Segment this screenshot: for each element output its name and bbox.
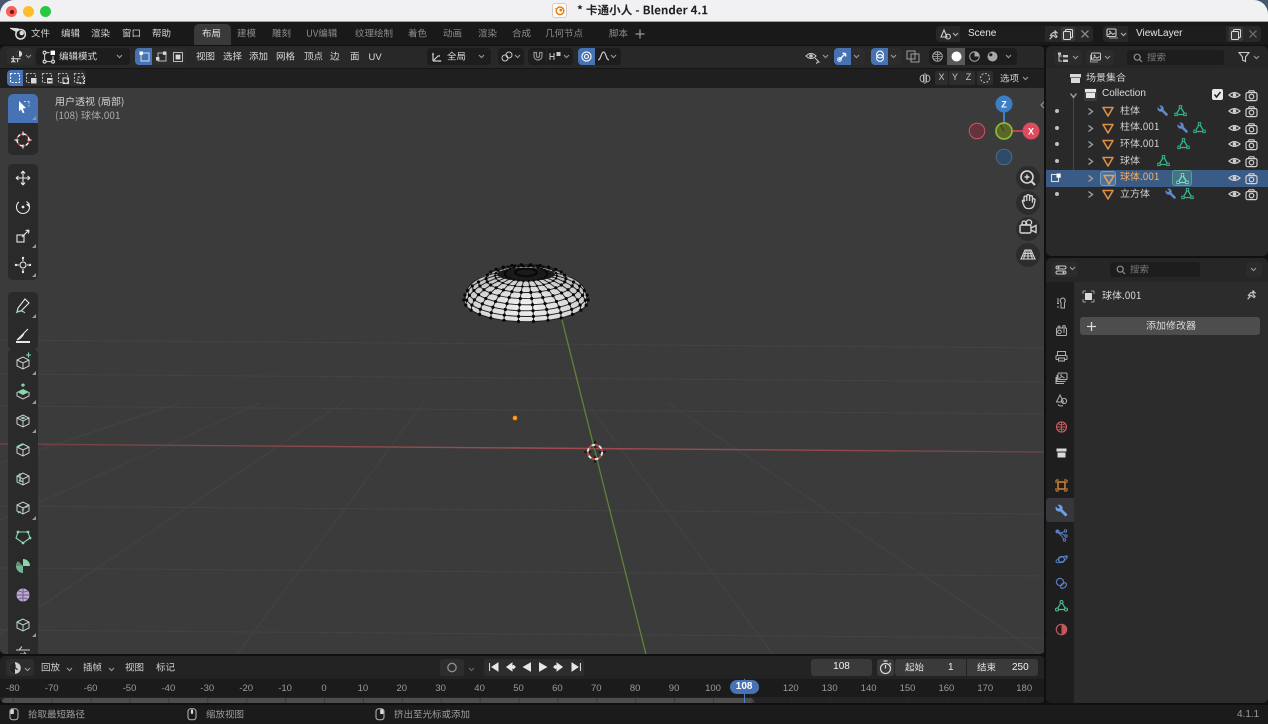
svg-text:X: X (1028, 127, 1034, 137)
svg-text:Z: Z (1001, 100, 1007, 110)
